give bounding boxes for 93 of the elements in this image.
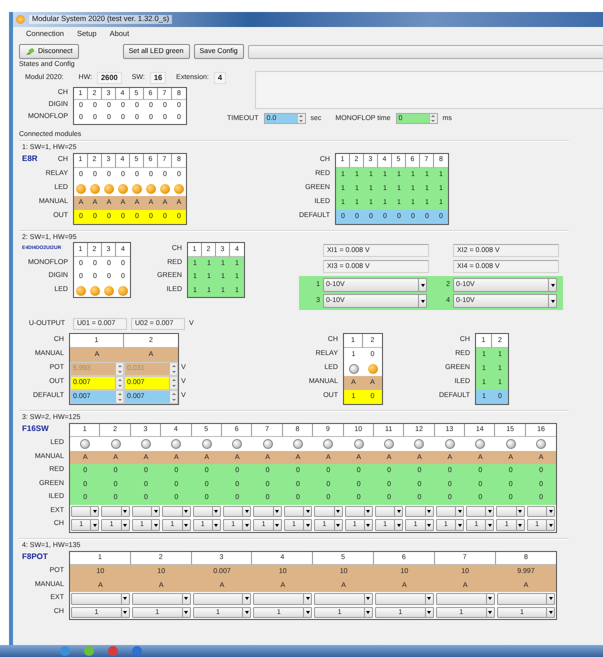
- caret-icon: [303, 520, 312, 530]
- stepper-icon: [115, 377, 123, 390]
- caret-icon: [548, 279, 556, 292]
- dropdown[interactable]: [253, 593, 312, 605]
- caret-icon: [120, 608, 129, 618]
- caret-icon: [120, 506, 129, 516]
- stepper-icon: [428, 114, 437, 124]
- dropdown[interactable]: [466, 506, 494, 518]
- caret-icon: [424, 594, 433, 604]
- caret-icon: [485, 520, 494, 530]
- stepper-icon: [115, 363, 123, 376]
- caret-icon: [546, 594, 554, 604]
- caret-icon: [303, 506, 312, 516]
- caret-icon: [242, 608, 250, 618]
- taskbar-icon[interactable]: [60, 646, 70, 656]
- caret-icon: [485, 506, 494, 516]
- dropdown[interactable]: [132, 506, 160, 518]
- caret-icon: [242, 506, 250, 516]
- dropdown[interactable]: [162, 506, 191, 518]
- dropdown[interactable]: [436, 506, 464, 518]
- caret-icon: [548, 295, 556, 308]
- stepper-icon: [115, 391, 123, 404]
- dropdown[interactable]: [284, 506, 312, 518]
- dropdown[interactable]: [496, 593, 556, 605]
- module-name: F16SW: [22, 425, 49, 434]
- caret-icon: [120, 520, 129, 530]
- dropdown[interactable]: [222, 506, 252, 518]
- caret-icon: [151, 506, 160, 516]
- taskbar-icon[interactable]: [84, 646, 94, 656]
- caret-icon: [455, 506, 464, 516]
- caret-icon: [364, 506, 372, 516]
- caret-icon: [303, 594, 312, 604]
- dropdown[interactable]: [253, 506, 282, 518]
- caret-icon: [242, 520, 250, 530]
- module-name: E8R: [22, 155, 38, 164]
- caret-icon: [394, 506, 402, 516]
- caret-icon: [212, 506, 220, 516]
- caret-icon: [364, 594, 372, 604]
- stepper-icon: [296, 114, 304, 124]
- caret-icon: [334, 506, 342, 516]
- dropdown[interactable]: [374, 506, 404, 518]
- dropdown[interactable]: [526, 506, 556, 518]
- dropdown[interactable]: [405, 506, 434, 518]
- app-icon: [16, 15, 25, 24]
- caret-icon: [516, 520, 524, 530]
- caret-icon: [303, 608, 312, 618]
- caret-icon: [516, 506, 524, 516]
- dropdown[interactable]: [192, 506, 221, 518]
- caret-icon: [418, 279, 426, 292]
- caret-icon: [546, 608, 554, 618]
- dropdown[interactable]: [496, 506, 525, 518]
- caret-icon: [182, 608, 190, 618]
- dropdown[interactable]: [101, 506, 130, 518]
- caret-icon: [90, 520, 98, 530]
- stepper-icon: [169, 391, 177, 404]
- caret-icon: [364, 520, 372, 530]
- dropdown[interactable]: [71, 506, 100, 518]
- dropdown[interactable]: [374, 593, 434, 605]
- caret-icon: [90, 506, 98, 516]
- caret-icon: [242, 594, 250, 604]
- caret-icon: [272, 520, 281, 530]
- caret-icon: [546, 506, 554, 516]
- caret-icon: [182, 506, 190, 516]
- caret-icon: [424, 520, 433, 530]
- taskbar-icon[interactable]: [132, 646, 142, 656]
- caret-icon: [424, 506, 433, 516]
- caret-icon: [546, 520, 554, 530]
- caret-icon: [334, 520, 342, 530]
- dropdown[interactable]: [436, 593, 495, 605]
- caret-icon: [182, 520, 190, 530]
- plug-icon: [25, 48, 35, 56]
- dropdown[interactable]: [314, 593, 373, 605]
- dropdown[interactable]: [314, 506, 343, 518]
- caret-icon: [120, 594, 129, 604]
- caret-icon: [455, 520, 464, 530]
- caret-icon: [424, 608, 433, 618]
- caret-icon: [486, 594, 494, 604]
- dropdown[interactable]: [192, 593, 252, 605]
- caret-icon: [182, 594, 190, 604]
- caret-icon: [364, 608, 372, 618]
- module-name: F8POT: [22, 552, 48, 562]
- caret-icon: [418, 295, 426, 308]
- caret-icon: [212, 520, 220, 530]
- stepper-icon: [169, 363, 177, 376]
- caret-icon: [486, 608, 494, 618]
- stepper-icon: [169, 377, 177, 390]
- dropdown[interactable]: [71, 593, 130, 605]
- dropdown[interactable]: [344, 506, 373, 518]
- caret-icon: [394, 520, 402, 530]
- dropdown[interactable]: [132, 593, 191, 605]
- caret-icon: [151, 520, 160, 530]
- taskbar-icon[interactable]: [108, 646, 118, 656]
- caret-icon: [272, 506, 281, 516]
